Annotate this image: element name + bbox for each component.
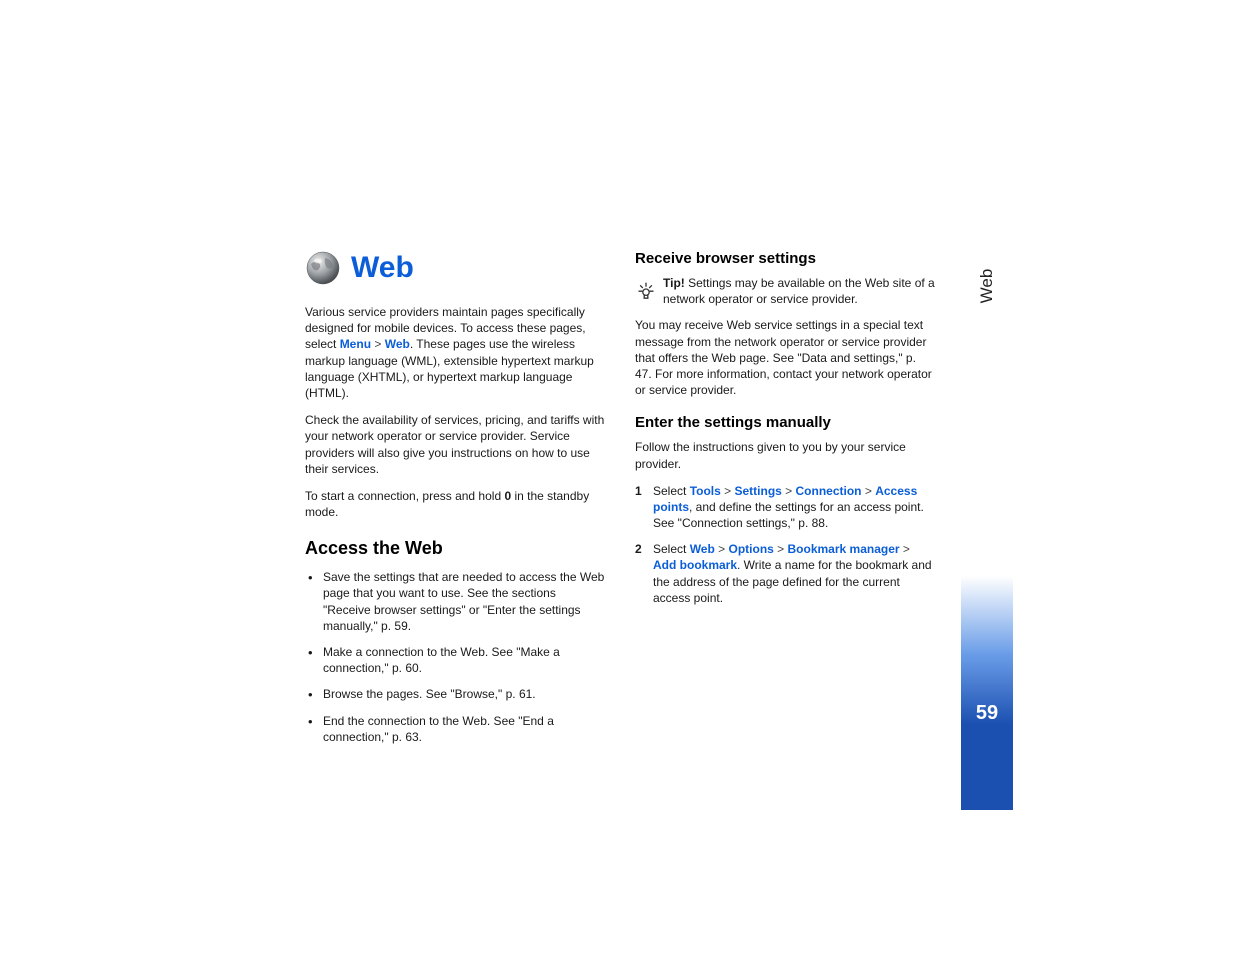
- document-page: Web 59 Web: [0, 0, 1235, 954]
- intro-paragraph-3: To start a connection, press and hold 0 …: [305, 488, 605, 520]
- tip-text: Tip! Settings may be available on the We…: [663, 275, 935, 307]
- text: , and define the settings for an access …: [653, 500, 924, 530]
- menu-path-bookmark-manager: Bookmark manager: [788, 542, 900, 556]
- breadcrumb-separator: >: [774, 542, 788, 556]
- breadcrumb-separator: >: [862, 484, 876, 498]
- step-item: 1 Select Tools > Settings > Connection >…: [635, 483, 935, 532]
- menu-path-web: Web: [385, 337, 410, 351]
- chapter-title: Web: [351, 251, 414, 285]
- menu-path-connection: Connection: [796, 484, 862, 498]
- access-web-list: Save the settings that are needed to acc…: [305, 569, 605, 745]
- breadcrumb-separator: >: [782, 484, 796, 498]
- breadcrumb-separator: >: [900, 542, 910, 556]
- menu-path-menu: Menu: [340, 337, 371, 351]
- menu-path-tools: Tools: [690, 484, 721, 498]
- manual-settings-steps: 1 Select Tools > Settings > Connection >…: [635, 483, 935, 606]
- step-item: 2 Select Web > Options > Bookmark manage…: [635, 541, 935, 606]
- step-number: 1: [635, 483, 642, 499]
- list-item: Make a connection to the Web. See "Make …: [305, 644, 605, 676]
- list-item: End the connection to the Web. See "End …: [305, 713, 605, 745]
- heading-access-the-web: Access the Web: [305, 538, 605, 559]
- list-item: Save the settings that are needed to acc…: [305, 569, 605, 634]
- heading-enter-settings-manually: Enter the settings manually: [635, 414, 935, 431]
- tip-label: Tip!: [663, 276, 685, 290]
- manual-settings-paragraph: Follow the instructions given to you by …: [635, 439, 935, 471]
- menu-path-settings: Settings: [734, 484, 781, 498]
- breadcrumb-separator: >: [715, 542, 729, 556]
- list-item: Browse the pages. See "Browse," p. 61.: [305, 686, 605, 702]
- breadcrumb-separator: >: [371, 337, 385, 351]
- text: Settings may be available on the Web sit…: [663, 276, 935, 306]
- heading-receive-browser-settings: Receive browser settings: [635, 250, 935, 267]
- breadcrumb-separator: >: [721, 484, 735, 498]
- side-tab: Web 59: [961, 160, 1013, 810]
- menu-path-add-bookmark: Add bookmark: [653, 558, 737, 572]
- side-tab-label: Web: [977, 269, 997, 304]
- tip-icon: [635, 275, 657, 307]
- column-left: Web Various service providers maintain p…: [305, 250, 605, 755]
- receive-settings-paragraph: You may receive Web service settings in …: [635, 317, 935, 398]
- menu-path-options: Options: [729, 542, 774, 556]
- intro-paragraph-2: Check the availability of services, pric…: [305, 412, 605, 477]
- chapter-header: Web: [305, 250, 605, 286]
- text: To start a connection, press and hold: [305, 489, 504, 503]
- page-content: Web Various service providers maintain p…: [305, 250, 935, 755]
- text: Select: [653, 484, 690, 498]
- tip-block: Tip! Settings may be available on the We…: [635, 275, 935, 307]
- page-number: 59: [961, 702, 1013, 725]
- globe-icon: [305, 250, 341, 286]
- step-number: 2: [635, 541, 642, 557]
- column-right: Receive browser settings Tip! Settings m…: [635, 250, 935, 755]
- text: Select: [653, 542, 690, 556]
- menu-path-web: Web: [690, 542, 715, 556]
- intro-paragraph-1: Various service providers maintain pages…: [305, 304, 605, 401]
